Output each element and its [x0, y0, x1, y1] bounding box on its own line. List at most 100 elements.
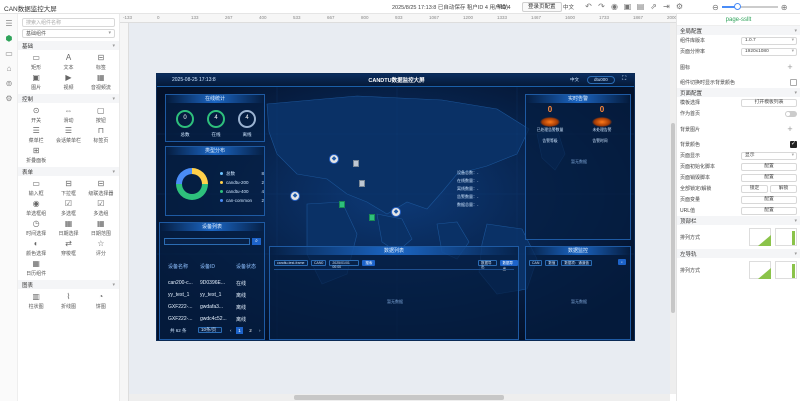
data-monitor-control[interactable]: CAN — [529, 259, 543, 266]
component-item[interactable]: ⊞ 折叠面板 — [20, 145, 52, 165]
component-item[interactable]: ▦ 日期范围 — [85, 218, 117, 238]
component-filter-select[interactable]: 基础组件 — [22, 29, 115, 38]
prop-section-header[interactable]: 页面配置 ▾ — [677, 88, 800, 97]
component-item[interactable]: A 文本 — [52, 52, 84, 72]
login-page-config-button[interactable]: 登录页配置 — [522, 2, 562, 12]
gear-icon[interactable]: ⚙ — [4, 94, 14, 104]
component-item[interactable]: ◐ 颜色选择 — [20, 238, 52, 258]
device-table-cell[interactable]: yy_test_1 — [168, 292, 189, 298]
component-search-input[interactable]: 搜索入组件名称 — [22, 18, 115, 27]
settings-icon[interactable]: ⚙ — [675, 2, 684, 11]
component-item[interactable]: ◉ 单选框组 — [20, 198, 52, 218]
page-size-select[interactable]: 10条/页 — [198, 327, 222, 333]
map-marker[interactable] — [369, 214, 375, 221]
vertical-scroll-thumb[interactable] — [671, 123, 675, 313]
map-marker[interactable] — [339, 201, 345, 208]
prop-button[interactable]: 配置 — [741, 195, 797, 204]
component-item[interactable]: ▭ 矩形 — [20, 52, 52, 72]
prop-toggle[interactable] — [785, 110, 797, 117]
data-list-control[interactable]: 搜索 — [362, 259, 376, 266]
component-item[interactable]: ☰ 会话菜单栏 — [52, 125, 84, 145]
device-table-cell[interactable]: gwdafa3... — [200, 304, 223, 310]
add-image-icon[interactable]: + — [783, 60, 797, 74]
device-table-cell[interactable]: 在线 — [236, 280, 246, 287]
prop-section-header[interactable]: 全局配置 ▾ — [677, 26, 800, 35]
zoom-knob[interactable] — [734, 3, 742, 10]
export-button-1[interactable]: 数据导出 — [478, 259, 497, 269]
component-item[interactable]: ▦ 日期选择 — [52, 218, 84, 238]
device-table-cell[interactable]: 离线 — [236, 292, 246, 299]
map-pin[interactable]: ◆ — [391, 207, 401, 217]
save-icon[interactable]: ▣ — [623, 2, 632, 11]
component-item[interactable]: ◔ 饼图 — [85, 291, 117, 311]
page-button[interactable]: 1 — [236, 327, 243, 334]
layout-option[interactable] — [749, 261, 771, 279]
horizontal-scrollbar[interactable] — [129, 394, 670, 401]
data-monitor-search-button[interactable]: ⌕ — [618, 259, 626, 265]
device-table-cell[interactable]: can200-c... — [168, 280, 193, 286]
folder-icon[interactable]: ⌂ — [4, 64, 14, 74]
component-group-header[interactable]: 控制 ▾ — [18, 94, 119, 103]
page-button[interactable]: 2 — [247, 327, 254, 334]
lock-all-button[interactable]: 锁定 — [741, 184, 768, 193]
component-item[interactable]: ⇔ 滑动 — [52, 105, 84, 125]
help-link[interactable]: 帮助 — [497, 3, 508, 11]
component-item[interactable]: ⊟ 标签 — [85, 52, 117, 72]
layout-option[interactable] — [749, 228, 771, 246]
data-monitor-control[interactable]: 数值 — [545, 259, 559, 266]
map-marker[interactable] — [359, 180, 365, 187]
prop-button[interactable]: 打开模板列表 — [741, 98, 797, 107]
device-table-cell[interactable]: 离线 — [236, 316, 246, 323]
component-item[interactable]: ⊙ 开关 — [20, 105, 52, 125]
zoom-out-icon[interactable]: ⊖ — [712, 3, 719, 12]
dashboard-preview[interactable]: 2025-08-25 17:13:8 CANDTU数据监控大屏 中文 dtu00… — [156, 73, 635, 341]
component-item[interactable]: ⇄ 穿梭框 — [52, 238, 84, 258]
prop-select[interactable]: 显示 — [741, 151, 797, 160]
dashboard-lang[interactable]: 中文 — [570, 77, 579, 83]
component-item[interactable]: ▣ 图片 — [20, 72, 52, 92]
prop-section-header[interactable]: 顶部栏 ▾ — [677, 216, 800, 225]
device-table-cell[interactable]: 离线 — [236, 304, 246, 311]
component-group-header[interactable]: 图表 ▾ — [18, 280, 119, 289]
data-list-control[interactable]: candtu-test-frame — [274, 259, 308, 266]
layout-option[interactable] — [775, 228, 797, 246]
component-item[interactable]: ☆ 评分 — [85, 238, 117, 258]
page-icon[interactable]: ▭ — [4, 49, 14, 59]
device-table-cell[interactable]: yy_test_1 — [200, 292, 221, 298]
prop-checkbox[interactable] — [790, 79, 797, 86]
redo-icon[interactable]: ↷ — [597, 2, 606, 11]
horizontal-scroll-thumb[interactable] — [294, 395, 504, 400]
prop-checkbox[interactable]: ✓ — [790, 141, 797, 148]
data-icon[interactable]: ⊚ — [4, 79, 14, 89]
language-select[interactable]: 中文 — [563, 3, 574, 11]
next-page-icon[interactable]: › — [259, 328, 261, 333]
data-list-control[interactable]: 2025/01/01 00:00 — [329, 259, 360, 269]
prop-select[interactable]: 1920x1080 — [741, 47, 797, 56]
map-pin[interactable]: ◆ — [329, 154, 339, 164]
component-item[interactable]: ⊓ 标签页 — [85, 125, 117, 145]
component-group-header[interactable]: 基础 ▾ — [18, 41, 119, 50]
prop-select[interactable]: 1.0.7 — [741, 36, 797, 45]
device-search-input[interactable] — [164, 238, 250, 245]
unlock-all-button[interactable]: 解锁 — [770, 184, 797, 193]
device-table-cell[interactable]: GXF222-... — [168, 316, 192, 322]
fullscreen-icon[interactable]: ⛶ — [622, 76, 626, 83]
share-icon[interactable]: ⇗ — [649, 2, 658, 11]
component-item[interactable]: ⊟ 级联选择器 — [85, 178, 117, 198]
prop-section-header[interactable]: 左导轨 ▾ — [677, 249, 800, 258]
map-marker[interactable] — [353, 160, 359, 167]
component-item[interactable]: ☰ 菜单栏 — [20, 125, 52, 145]
save-as-icon[interactable]: ▤ — [636, 2, 645, 11]
device-table-cell[interactable]: 9D0396E... — [200, 280, 225, 286]
layout-option[interactable] — [775, 261, 797, 279]
layers-icon[interactable]: ☰ — [4, 19, 14, 29]
export-button-2[interactable]: 数据导出 — [499, 259, 518, 271]
data-list-control[interactable]: CAN0 — [311, 259, 327, 266]
eye-icon[interactable]: ◉ — [610, 2, 619, 11]
component-item[interactable]: ▦ 日历组件 — [20, 258, 52, 278]
prop-button[interactable]: 配置 — [741, 162, 797, 171]
dashboard-user[interactable]: dtu000 — [587, 76, 615, 84]
component-item[interactable]: ☑ 多选组 — [85, 198, 117, 218]
add-image-icon[interactable]: + — [783, 122, 797, 136]
prev-page-icon[interactable]: ‹ — [230, 328, 232, 333]
